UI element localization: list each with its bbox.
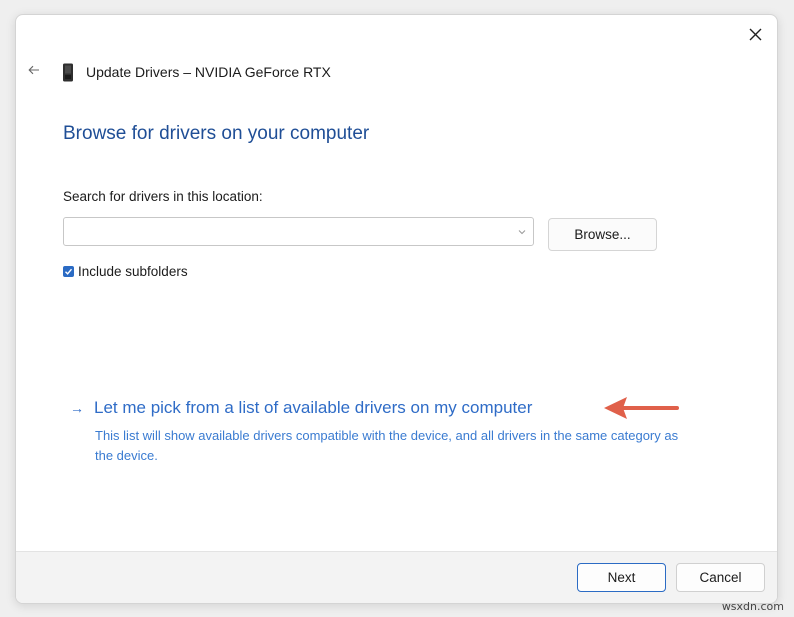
graphics-card-icon [63, 63, 73, 81]
dialog-footer: Next Cancel [16, 551, 777, 603]
driver-path-input[interactable] [64, 218, 504, 245]
include-subfolders-checkbox[interactable]: Include subfolders [63, 264, 188, 279]
watermark-text: wsxdn.com [721, 600, 784, 613]
back-button[interactable] [25, 61, 43, 79]
pick-from-list-description: This list will show available drivers co… [95, 428, 679, 463]
update-drivers-dialog: Update Drivers – NVIDIA GeForce RTX Brow… [15, 14, 778, 604]
page-heading: Browse for drivers on your computer [63, 123, 370, 144]
next-button[interactable]: Next [577, 563, 666, 592]
close-icon [749, 28, 761, 40]
dialog-title: Update Drivers – NVIDIA GeForce RTX [86, 64, 331, 80]
chevron-down-icon[interactable] [517, 227, 527, 237]
back-arrow-icon [28, 65, 39, 75]
pick-from-list-label[interactable]: Let me pick from a list of available dri… [94, 398, 532, 418]
checkbox-checked-icon[interactable] [63, 266, 74, 277]
dialog-title-row: Update Drivers – NVIDIA GeForce RTX [62, 62, 331, 82]
include-subfolders-label[interactable]: Include subfolders [78, 264, 188, 279]
driver-path-combobox[interactable] [63, 217, 534, 246]
close-button[interactable] [741, 21, 769, 47]
cancel-button[interactable]: Cancel [676, 563, 765, 592]
red-annotation-arrow-icon [604, 397, 679, 419]
pick-from-list-link[interactable]: → Let me pick from a list of available d… [70, 398, 532, 418]
search-location-label: Search for drivers in this location: [63, 189, 263, 204]
arrow-right-icon: → [70, 400, 84, 416]
browse-button[interactable]: Browse... [548, 218, 657, 251]
